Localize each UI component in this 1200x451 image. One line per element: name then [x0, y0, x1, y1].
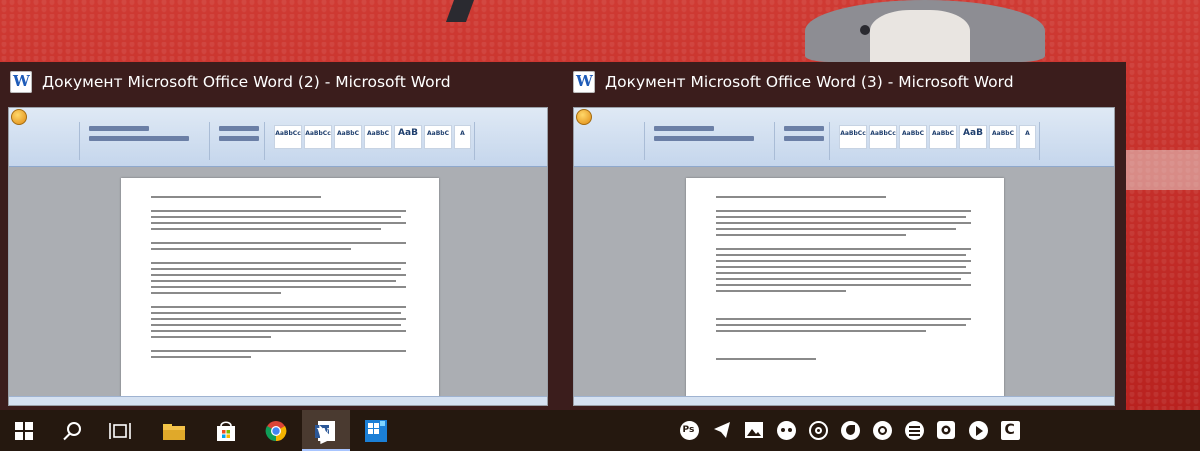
- window-preview[interactable]: AaBbCc AaBbCc AaBbC AaBbC АаВ AaBbC A: [573, 107, 1115, 406]
- store-icon: [217, 420, 235, 441]
- start-button[interactable]: [0, 410, 48, 451]
- app-tile-button[interactable]: [352, 410, 400, 451]
- window-thumbnail-2[interactable]: Документ Microsoft Office Word (3) - Mic…: [563, 62, 1126, 410]
- ribbon: AaBbCc AaBbCc AaBbC AaBbC АаВ AaBbC A: [574, 108, 1114, 167]
- word-icon: [10, 71, 32, 93]
- photoshop-tray[interactable]: Ps: [679, 420, 699, 440]
- telegram-icon: [714, 422, 730, 438]
- media-icon: [937, 421, 955, 439]
- firefox-icon: [840, 420, 860, 440]
- ribbon: AaBbCc AaBbCc AaBbC AaBbC АаВ AaBbC A: [9, 108, 547, 167]
- ccleaner-tray[interactable]: C: [1000, 420, 1020, 440]
- document-page: [121, 178, 439, 405]
- thumbnail-title-bar: Документ Microsoft Office Word (2) - Mic…: [10, 68, 451, 96]
- task-view-button[interactable]: [96, 410, 144, 451]
- search-icon: [63, 421, 81, 440]
- chrome-tray-icon: [808, 420, 828, 440]
- photoshop-icon: Ps: [679, 420, 699, 440]
- settings-app-icon: [872, 420, 892, 440]
- file-explorer-icon: [163, 423, 185, 440]
- status-bar: [574, 396, 1114, 405]
- app-tile-icon: [365, 419, 387, 442]
- window-thumbnail-1[interactable]: Документ Microsoft Office Word (2) - Mic…: [0, 62, 563, 410]
- file-explorer-button[interactable]: [150, 410, 198, 451]
- thumbnail-title: Документ Microsoft Office Word (2) - Mic…: [42, 73, 451, 91]
- wallpaper-knit-pattern: [1126, 150, 1200, 190]
- stack-tray[interactable]: [904, 420, 924, 440]
- office-button-icon: [576, 109, 592, 125]
- status-bar: [9, 396, 547, 405]
- search-button[interactable]: [48, 410, 96, 451]
- wallpaper-knit-pattern: [445, 0, 475, 22]
- eye-tray[interactable]: [776, 420, 796, 440]
- photos-tray[interactable]: [744, 420, 764, 440]
- media-tray[interactable]: [936, 420, 956, 440]
- store-button[interactable]: [202, 410, 250, 451]
- taskbar-thumbnail-flyout: Документ Microsoft Office Word (2) - Mic…: [0, 62, 1126, 410]
- word-icon: [573, 71, 595, 93]
- ccleaner-icon: C: [1000, 420, 1020, 440]
- eye-icon: [776, 420, 796, 440]
- firefox-tray[interactable]: [840, 420, 860, 440]
- taskbar: W Ps C: [0, 410, 1200, 451]
- play-icon: [968, 420, 988, 440]
- telegram-tray[interactable]: [712, 420, 732, 440]
- document-page: [686, 178, 1004, 405]
- chrome-tray[interactable]: [808, 420, 828, 440]
- chrome-icon: [265, 420, 287, 441]
- office-button-icon: [11, 109, 27, 125]
- task-view-icon: [109, 422, 131, 439]
- photos-icon: [745, 422, 763, 438]
- chrome-button[interactable]: [252, 410, 300, 451]
- start-icon: [15, 421, 33, 440]
- wallpaper-knit-pattern: [860, 25, 870, 35]
- stack-icon: [904, 420, 924, 440]
- play-tray[interactable]: [968, 420, 988, 440]
- settings-app-tray[interactable]: [872, 420, 892, 440]
- thumbnail-title: Документ Microsoft Office Word (3) - Mic…: [605, 73, 1014, 91]
- window-preview[interactable]: AaBbCc AaBbCc AaBbC AaBbC АаВ AaBbC A: [8, 107, 548, 406]
- wallpaper-cat-face: [870, 10, 970, 62]
- thumbnail-title-bar: Документ Microsoft Office Word (3) - Mic…: [573, 68, 1014, 96]
